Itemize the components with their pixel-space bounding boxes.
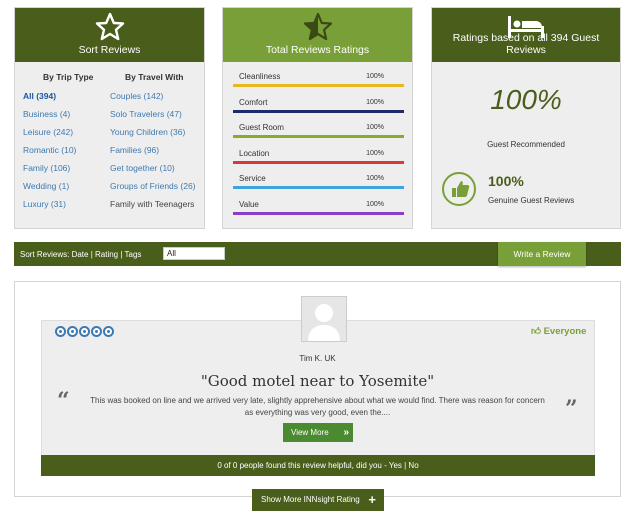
rating-value: 100%: [366, 73, 384, 80]
review-title: "Good motel near to Yosemite": [200, 372, 435, 390]
guest-ratings-panel: Ratings based on all 394 Guest Reviews 1…: [431, 7, 621, 229]
travel-with-item[interactable]: Family with Teenagers: [110, 199, 196, 217]
guest-ratings-header: Ratings based on all 394 Guest Reviews: [432, 8, 620, 62]
rating-value: 100%: [366, 200, 384, 208]
star-outline-icon: [95, 12, 124, 41]
thumbs-up-small-icon: 👍︎: [531, 326, 541, 337]
genuine-percent: 100%: [488, 173, 524, 189]
trip-type-item[interactable]: Business (4): [23, 109, 93, 127]
trip-type-item[interactable]: Luxury (31): [23, 199, 93, 217]
review-body: This was booked on line and we arrived v…: [90, 396, 545, 417]
show-more-label: Show More INNsight Rating: [261, 495, 360, 504]
trip-type-item[interactable]: All (394): [23, 91, 93, 109]
recommended-percent: 100%: [490, 84, 562, 115]
rating-label: Comfort: [239, 97, 268, 107]
rating-circle-icon: [67, 326, 78, 337]
total-ratings-header: Total Reviews Ratings: [223, 8, 412, 62]
travel-with-item[interactable]: Solo Travelers (47): [110, 109, 196, 127]
show-more-button[interactable]: Show More INNsight Rating +: [252, 489, 384, 511]
rating-row: Value 100%: [233, 200, 404, 225]
view-more-button[interactable]: View More »: [283, 423, 353, 442]
everyone-label: Everyone: [543, 326, 587, 337]
rating-label: Cleanliness: [239, 72, 281, 81]
rating-row: Location 100%: [233, 149, 404, 174]
rating-value: 100%: [366, 175, 384, 182]
trip-type-column: By Trip Type All (394) Business (4) Leis…: [23, 72, 93, 217]
rating-circle-icon: [91, 326, 102, 337]
rating-bar: [233, 186, 404, 189]
write-review-button[interactable]: Write a Review: [498, 242, 586, 266]
close-quote-icon: ”: [565, 396, 578, 422]
genuine-label: Genuine Guest Reviews: [488, 196, 575, 205]
travel-with-header: By Travel With: [125, 72, 184, 82]
rating-value: 100%: [366, 98, 384, 106]
travel-with-item[interactable]: Groups of Friends (26): [110, 181, 196, 199]
rating-bar: [233, 211, 404, 215]
avatar: [301, 296, 347, 342]
rating-bar: [233, 160, 404, 164]
rating-row: Comfort 100%: [233, 98, 404, 123]
trip-type-header: By Trip Type: [43, 72, 94, 82]
total-ratings-title: Total Reviews Ratings: [265, 44, 370, 56]
plus-icon: +: [368, 492, 376, 507]
reviewer-name: Tim K. UK: [299, 354, 336, 363]
rating-value: 100%: [366, 149, 384, 157]
thumbs-up-icon: [442, 172, 476, 206]
helpful-bar[interactable]: 0 of 0 people found this review helpful,…: [41, 455, 595, 476]
half-star-icon: [303, 12, 332, 41]
rating-row: Service 100%: [233, 174, 404, 199]
travel-with-item[interactable]: Get together (10): [110, 163, 196, 181]
sort-reviews-title: Sort Reviews: [78, 44, 141, 56]
travel-with-column: By Travel With Couples (142) Solo Travel…: [110, 72, 196, 217]
guest-ratings-title: Ratings based on all 394 Guest Reviews: [452, 32, 600, 56]
travel-with-item[interactable]: Families (96): [110, 145, 196, 163]
rating-label: Guest Room: [239, 123, 284, 132]
rating-circle-icon: [79, 326, 90, 337]
travel-with-item[interactable]: Young Children (36): [110, 127, 196, 145]
sort-reviews-header: Sort Reviews: [15, 8, 204, 62]
trip-type-item[interactable]: Leisure (242): [23, 127, 93, 145]
rating-value: 100%: [366, 124, 384, 131]
travel-with-item[interactable]: Couples (142): [110, 91, 196, 109]
double-chevron-icon: »: [343, 427, 349, 438]
everyone-badge: 👍︎ Everyone: [531, 325, 586, 337]
rating-circle-icon: [103, 326, 114, 337]
rating-row: Cleanliness 100%: [233, 72, 404, 97]
sort-reviews-panel: Sort Reviews By Trip Type All (394) Busi…: [14, 7, 205, 229]
rating-bar: [233, 135, 404, 138]
recommended-label: Guest Recommended: [487, 140, 565, 149]
rating-circle-icon: [55, 326, 66, 337]
rating-bar: [233, 84, 404, 87]
trip-type-item[interactable]: Romantic (10): [23, 145, 93, 163]
rating-label: Service: [239, 174, 266, 183]
owl-rating: [55, 326, 115, 337]
view-more-label: View More: [291, 428, 329, 437]
total-ratings-panel: Total Reviews Ratings Cleanliness 100% Com…: [222, 7, 413, 229]
tag-filter-input[interactable]: All: [163, 247, 225, 260]
rating-bar: [233, 109, 404, 113]
rating-row: Guest Room 100%: [233, 123, 404, 148]
rating-label: Value: [239, 199, 259, 209]
trip-type-item[interactable]: Wedding (1): [23, 181, 93, 199]
rating-label: Location: [239, 148, 270, 158]
open-quote-icon: “: [57, 388, 70, 414]
trip-type-item[interactable]: Family (106): [23, 163, 93, 181]
sort-options[interactable]: Sort Reviews: Date | Rating | Tags: [20, 250, 141, 259]
